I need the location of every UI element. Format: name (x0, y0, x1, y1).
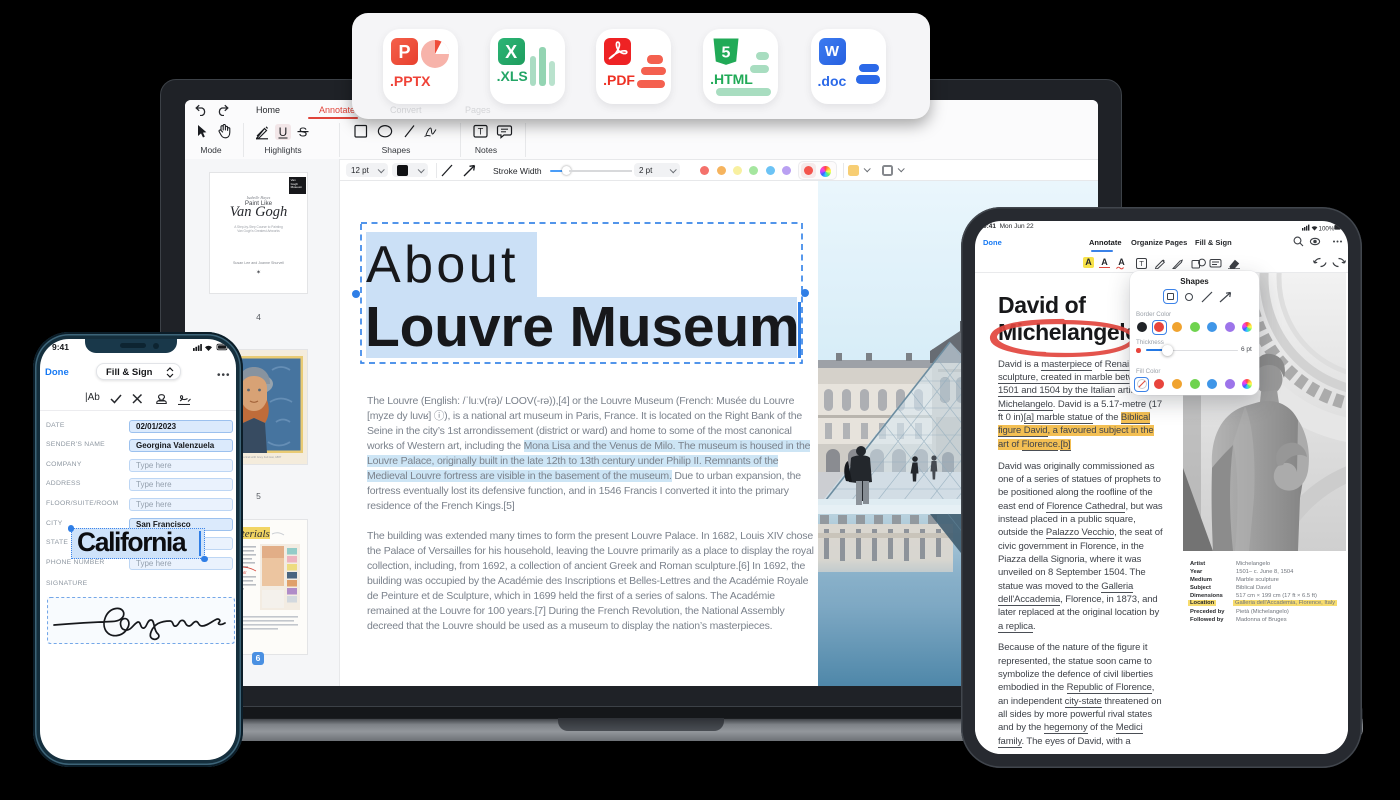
svg-text:U: U (279, 125, 288, 139)
svg-text:5: 5 (722, 44, 731, 61)
svg-text:100%: 100% (1319, 225, 1335, 231)
svg-text:T: T (478, 127, 484, 137)
svg-text:T: T (1139, 259, 1144, 268)
